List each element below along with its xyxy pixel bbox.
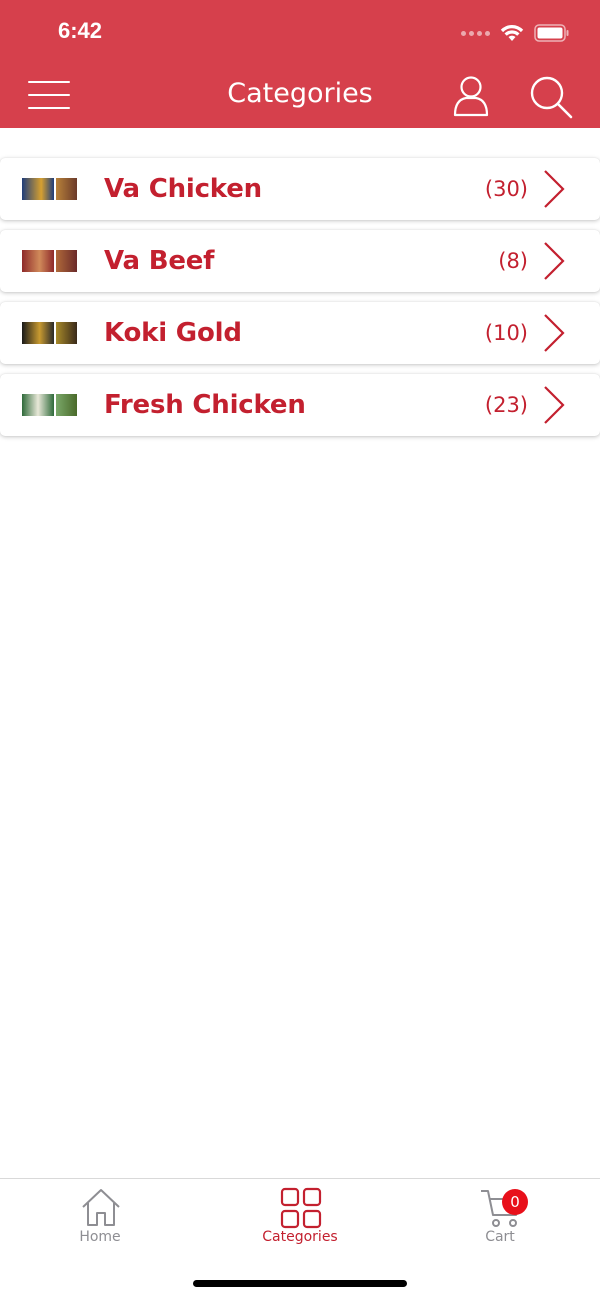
category-name: Koki Gold (104, 318, 242, 348)
tab-cart[interactable]: 0 Cart (400, 1185, 600, 1249)
category-thumbnail (22, 394, 77, 416)
categories-screen: 6:42 Categories Va Chicken (30) Va Beef … (0, 0, 600, 1299)
chevron-right-icon (544, 386, 565, 424)
battery-icon (534, 24, 570, 42)
user-icon[interactable] (450, 74, 492, 118)
tab-home-label: Home (79, 1229, 121, 1245)
category-name: Fresh Chicken (104, 390, 306, 420)
category-list: Va Chicken (30) Va Beef (8) Koki Gold (1… (0, 158, 600, 446)
signal-icon (461, 30, 490, 36)
category-item-va-beef[interactable]: Va Beef (8) (0, 230, 600, 292)
category-item-va-chicken[interactable]: Va Chicken (30) (0, 158, 600, 220)
menu-icon[interactable] (28, 78, 70, 112)
category-name: Va Beef (104, 246, 215, 276)
chevron-right-icon (544, 170, 565, 208)
tab-categories-label: Categories (262, 1229, 338, 1245)
tab-cart-label: Cart (485, 1229, 515, 1245)
tab-home[interactable]: Home (0, 1185, 200, 1249)
grid-icon (280, 1187, 322, 1229)
category-count: (30) (484, 177, 528, 201)
category-name: Va Chicken (104, 174, 262, 204)
category-thumbnail (22, 250, 77, 272)
category-count: (8) (498, 249, 528, 273)
header-bar: 6:42 Categories (0, 0, 600, 128)
category-item-fresh-chicken[interactable]: Fresh Chicken (23) (0, 374, 600, 436)
home-indicator[interactable] (193, 1280, 407, 1287)
wifi-icon (500, 24, 524, 42)
chevron-right-icon (544, 314, 565, 352)
status-icons (461, 22, 570, 44)
category-count: (23) (484, 393, 528, 417)
chevron-right-icon (544, 242, 565, 280)
status-time: 6:42 (58, 18, 103, 43)
category-thumbnail (22, 322, 77, 344)
page-title: Categories (227, 78, 373, 109)
category-item-koki-gold[interactable]: Koki Gold (10) (0, 302, 600, 364)
category-count: (10) (484, 321, 528, 345)
home-icon (82, 1189, 120, 1226)
cart-badge: 0 (502, 1189, 528, 1215)
tab-bar: Home Categories 0 Cart (0, 1178, 600, 1299)
nav-bar: Categories (0, 64, 600, 128)
category-thumbnail (22, 178, 77, 200)
tab-categories[interactable]: Categories (200, 1185, 400, 1249)
search-icon[interactable] (528, 74, 574, 120)
